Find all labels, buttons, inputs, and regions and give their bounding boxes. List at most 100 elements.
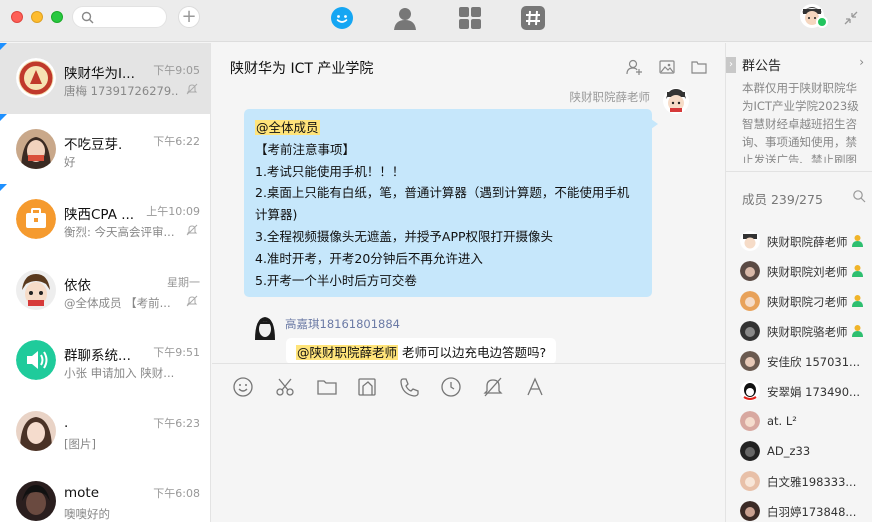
message-line: 1.考试只能使用手机！！！: [255, 163, 405, 179]
collapse-panel-button[interactable]: ›: [726, 57, 736, 73]
chat-icon[interactable]: [329, 5, 355, 31]
minimize-window-button[interactable]: [31, 11, 43, 23]
scissors-icon[interactable]: [274, 376, 296, 398]
member-item[interactable]: at. L²: [740, 411, 870, 431]
member-item[interactable]: 白文雅198333...: [740, 471, 870, 491]
conversation-item[interactable]: 群聊系统... 下午9:51 小张 申请加入 陕财...: [0, 325, 210, 396]
conversation-name: 陕财华为I...: [64, 66, 135, 82]
conversation-preview: 小张 申请加入 陕财...: [64, 366, 175, 380]
member-item[interactable]: 陕财职院薛老师: [740, 231, 870, 251]
conversation-item[interactable]: mote 下午6:08 噢噢好的: [0, 466, 210, 522]
conversation-item[interactable]: . 下午6:23 [图片]: [0, 396, 210, 467]
conversation-item[interactable]: 依依 星期一 @全体成员 【考前...: [0, 255, 210, 326]
conversation-preview: 唐梅 17391726279...: [64, 84, 179, 98]
member-item[interactable]: 陕财职院骆老师: [740, 321, 870, 341]
search-icon[interactable]: [852, 189, 866, 203]
zoom-window-button[interactable]: [51, 11, 63, 23]
member-avatar: [740, 321, 760, 341]
conversation-preview: 衡烈: 今天高会评审...: [64, 225, 175, 239]
channel-icon[interactable]: [520, 5, 546, 31]
message-line: 【考前注意事项】: [255, 141, 356, 157]
conversation-name: 群聊系统...: [64, 348, 131, 364]
member-avatar: [740, 261, 760, 281]
member-item[interactable]: AD_z33: [740, 441, 870, 461]
conversation-time: 星期一: [167, 275, 200, 289]
members-count: 成员 239/275: [742, 192, 823, 207]
conversation-time: 下午6:23: [153, 416, 200, 430]
conversation-preview: [图片]: [64, 436, 96, 451]
chevron-right-icon[interactable]: ›: [859, 55, 864, 69]
pinned-flag: [0, 113, 7, 121]
member-avatar: [740, 351, 760, 371]
conversation-item[interactable]: 不吃豆芽. 下午6:22 好: [0, 113, 210, 185]
member-item[interactable]: 陕财职院刁老师: [740, 291, 870, 311]
conversation-name: .: [64, 414, 69, 431]
message-sender-name: 高嘉琪18161801884: [285, 317, 400, 331]
conversation-time: 下午9:05: [153, 64, 200, 77]
message-line: 4.准时开考，开考20分钟后不再允许进入: [255, 250, 483, 266]
folder-icon[interactable]: [316, 376, 338, 398]
member-name: 白文雅198333...: [767, 475, 857, 489]
member-avatar: [740, 411, 760, 431]
message-sender-name: 陕财职院薛老师: [569, 90, 651, 104]
add-button[interactable]: +: [178, 6, 200, 28]
group-avatar: [16, 58, 56, 98]
admin-badge-icon: [852, 235, 863, 247]
panel-divider: [726, 171, 872, 172]
mention-tag[interactable]: @陕财职院薛老师: [296, 345, 399, 360]
mute-bell-icon: [186, 295, 198, 306]
conversation-name: 不吃豆芽.: [64, 136, 123, 153]
message-bubble[interactable]: @陕财职院薛老师 老师可以边充电边答题吗?: [286, 338, 556, 364]
close-window-button[interactable]: [11, 11, 23, 23]
contact-avatar: [16, 481, 56, 521]
member-item[interactable]: 白羽婷173848...: [740, 501, 870, 521]
message-line: 5.开考一个半小时后方可交卷: [255, 272, 417, 288]
conversation-time: 下午6:08: [153, 487, 200, 500]
member-name: 安翠娟 173490...: [767, 385, 861, 399]
chat-panel: 陕财华为 ICT 产业学院 陕财职院薛老师 @全体成员 【考前注意事项】 1.考…: [212, 43, 725, 522]
message-line: 3.全程视频摄像头无遮盖，并授予APP权限打开摄像头: [255, 228, 554, 244]
contact-avatar: [16, 269, 56, 310]
conversation-name: 依依: [64, 277, 91, 294]
notice-title[interactable]: 群公告: [742, 55, 781, 74]
conversation-name: mote: [64, 485, 100, 501]
member-item[interactable]: 安翠娟 173490...: [740, 381, 870, 401]
conversation-list: 陕财华为I... 下午9:05 唐梅 17391726279... 不吃豆芽. …: [0, 43, 211, 522]
search-input[interactable]: [72, 6, 167, 28]
sender-avatar[interactable]: [662, 87, 690, 115]
pinned-flag: [0, 184, 7, 191]
contacts-icon[interactable]: [392, 5, 418, 31]
bell-off-icon[interactable]: [482, 376, 504, 398]
emoji-icon[interactable]: [232, 376, 254, 398]
apps-icon[interactable]: [457, 5, 483, 31]
clock-icon[interactable]: [440, 376, 462, 398]
image-icon[interactable]: [356, 376, 378, 398]
message-line: 2.桌面上只能有白纸，笔，普通计算器（遇到计算题，不能使用手机: [255, 185, 630, 201]
phone-icon[interactable]: [398, 376, 420, 398]
system-avatar: [16, 340, 56, 380]
member-item[interactable]: 陕财职院刘老师: [740, 261, 870, 281]
contact-avatar: [16, 410, 56, 451]
add-member-icon[interactable]: [625, 58, 643, 76]
member-name: at. L²: [767, 414, 797, 428]
message-bubble[interactable]: @全体成员 【考前注意事项】 1.考试只能使用手机！！！ 2.桌面上只能有白纸，…: [244, 109, 658, 297]
group-album-icon[interactable]: [658, 58, 676, 76]
search-icon: [81, 11, 94, 24]
group-avatar: [16, 199, 56, 239]
group-files-icon[interactable]: [690, 58, 708, 76]
member-item[interactable]: 安佳欣 157031...: [740, 351, 870, 371]
shrink-window-icon[interactable]: [843, 10, 859, 26]
font-icon[interactable]: [524, 376, 546, 398]
conversation-item[interactable]: 陕西CPA ... 上午10:09 衡烈: 今天高会评审...: [0, 184, 210, 255]
conversation-time: 下午6:22: [153, 134, 200, 148]
contact-avatar: [16, 128, 56, 169]
sender-avatar[interactable]: [252, 314, 278, 342]
mention-tag[interactable]: @全体成员: [255, 120, 320, 135]
conversation-preview: @全体成员 【考前...: [64, 295, 171, 310]
member-name: 陕财职院骆老师: [767, 325, 848, 339]
online-status-badge: [816, 16, 828, 28]
member-name: 陕财职院刘老师: [767, 265, 848, 279]
conversation-item[interactable]: 陕财华为I... 下午9:05 唐梅 17391726279...: [0, 43, 210, 114]
member-name: 陕财职院刁老师: [767, 295, 848, 309]
group-info-panel: › 群公告 › 本群仅用于陕财职院华为ICT产业学院2023级智慧财经卓越班招生…: [725, 43, 872, 522]
